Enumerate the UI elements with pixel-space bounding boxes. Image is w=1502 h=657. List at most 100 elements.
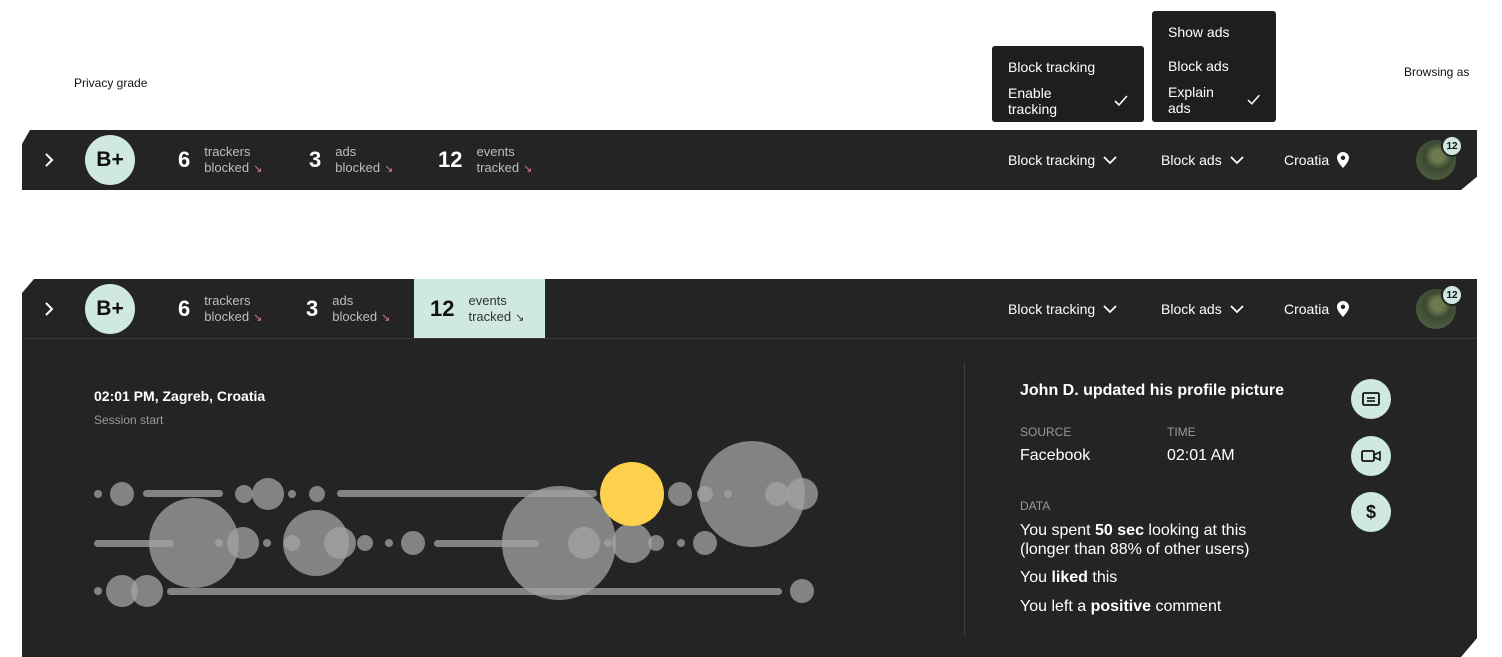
source-label: SOURCE — [1020, 425, 1072, 439]
event-bubble — [309, 486, 325, 502]
ads-dropdown: Show ads Block ads Explain ads — [1152, 11, 1276, 122]
trend-arrow-icon: ↘ — [253, 311, 263, 324]
stat-number: 3 — [306, 296, 319, 321]
stat-label: tracked — [468, 308, 512, 324]
event-dot — [677, 539, 685, 547]
chevron-down-icon — [1230, 305, 1244, 314]
events-stat-active[interactable]: 12 events tracked ↘ — [414, 279, 545, 339]
item-label: Block tracking — [1008, 59, 1096, 75]
data-line-liked: You liked this — [1020, 569, 1117, 587]
text: (longer than 88% of other users) — [1020, 541, 1250, 558]
event-bubble — [765, 482, 789, 506]
privacy-grade-annotation: Privacy grade — [74, 76, 148, 90]
text: this — [1087, 569, 1118, 586]
selected-event-bubble[interactable] — [600, 462, 664, 526]
item-label: Enable tracking — [1008, 85, 1058, 117]
event-dot — [288, 490, 296, 498]
event-bubble — [235, 485, 253, 503]
dropdown-item-explain-ads[interactable]: Explain ads — [1152, 83, 1276, 117]
ads-stat[interactable]: 3 ads blocked ↘ — [309, 130, 393, 190]
data-line-time-spent: You spent 50 sec looking at this (longer… — [1020, 521, 1249, 559]
event-bubble — [110, 482, 134, 506]
session-title: 02:01 PM, Zagreb, Croatia — [94, 388, 266, 404]
text-bold: liked — [1051, 569, 1088, 586]
dropdown-item-block-ads[interactable]: Block ads — [1152, 49, 1276, 83]
news-event-button[interactable] — [1351, 379, 1391, 419]
text: looking at this — [1143, 522, 1247, 539]
source-value: Facebook — [1020, 447, 1091, 464]
dropdown-item-enable-tracking[interactable]: Enable tracking — [992, 84, 1144, 118]
ads-menu[interactable]: Block ads — [1161, 301, 1244, 317]
ads-menu-label: Block ads — [1161, 301, 1222, 317]
tracking-menu[interactable]: Block tracking — [1008, 301, 1117, 317]
event-bar — [167, 588, 782, 595]
event-dot — [215, 539, 223, 547]
stat-label: blocked — [335, 159, 381, 175]
ads-menu[interactable]: Block ads — [1161, 152, 1244, 168]
trend-arrow-icon: ↘ — [515, 311, 525, 324]
news-icon — [1362, 392, 1380, 406]
event-bubble — [324, 527, 356, 559]
purchase-event-button[interactable]: $ — [1351, 492, 1391, 532]
trackers-stat[interactable]: 6 trackers blocked ↘ — [178, 279, 262, 339]
event-title: John D. updated his profile picture — [1020, 382, 1285, 399]
tracking-menu[interactable]: Block tracking — [1008, 152, 1117, 168]
event-bubble — [252, 478, 284, 510]
event-bubble — [357, 535, 373, 551]
expand-toggle[interactable] — [42, 302, 56, 316]
stat-label: blocked — [204, 159, 250, 175]
notification-badge[interactable]: 12 — [1441, 284, 1463, 306]
stat-number: 6 — [178, 296, 191, 321]
notification-badge[interactable]: 12 — [1441, 135, 1463, 157]
events-stat[interactable]: 12 events tracked ↘ — [438, 130, 532, 190]
dropdown-item-block-tracking[interactable]: Block tracking — [992, 50, 1144, 84]
event-bubble — [612, 523, 652, 563]
session-subtitle: Session start — [94, 413, 164, 427]
trend-arrow-icon: ↘ — [381, 311, 391, 324]
event-bubble — [568, 527, 600, 559]
chevron-right-icon — [44, 302, 54, 316]
stat-label: trackers — [204, 292, 251, 308]
stat-label: blocked — [332, 308, 378, 324]
trend-arrow-icon: ↘ — [384, 162, 394, 175]
event-bubble — [401, 531, 425, 555]
privacy-grade-badge[interactable]: B+ — [85, 135, 135, 185]
text: You spent — [1020, 522, 1096, 539]
privacy-grade-badge[interactable]: B+ — [85, 284, 135, 334]
stat-label: tracked — [476, 159, 520, 175]
location-selector[interactable]: Croatia — [1284, 152, 1349, 168]
trackers-stat[interactable]: 6 trackers blocked ↘ — [178, 130, 262, 190]
video-event-button[interactable] — [1351, 436, 1391, 476]
event-bar — [143, 490, 223, 497]
data-line-comment: You left a positive comment — [1020, 598, 1221, 616]
item-label: Show ads — [1168, 24, 1230, 40]
data-label: DATA — [1020, 499, 1051, 513]
stat-label: ads — [332, 292, 354, 308]
event-bubble — [790, 579, 814, 603]
event-bubble — [786, 478, 818, 510]
tracking-menu-label: Block tracking — [1008, 301, 1096, 317]
ads-menu-label: Block ads — [1161, 152, 1222, 168]
tracking-menu-label: Block tracking — [1008, 152, 1096, 168]
stat-number: 12 — [430, 296, 455, 321]
event-dot — [94, 490, 102, 498]
expand-toggle[interactable] — [42, 153, 56, 167]
chevron-right-icon — [44, 153, 54, 167]
event-bubble — [648, 535, 664, 551]
event-dot — [94, 587, 102, 595]
privacy-toolbar-collapsed: B+ 6 trackers blocked ↘ 3 ads blocked ↘ 12 e… — [22, 130, 1477, 190]
dropdown-item-show-ads[interactable]: Show ads — [1152, 15, 1276, 49]
item-label: Block ads — [1168, 58, 1229, 74]
event-timeline[interactable] — [82, 429, 832, 619]
browsing-as-annotation: Browsing as — [1404, 65, 1470, 79]
event-dot — [385, 539, 393, 547]
location-selector[interactable]: Croatia — [1284, 301, 1349, 317]
stat-number: 6 — [178, 147, 191, 172]
time-value: 02:01 AM — [1167, 447, 1235, 464]
check-icon — [1247, 94, 1260, 105]
time-label: TIME — [1167, 425, 1196, 439]
stat-number: 12 — [438, 147, 463, 172]
text-bold: positive — [1090, 598, 1152, 615]
dollar-icon: $ — [1365, 501, 1376, 522]
ads-stat[interactable]: 3 ads blocked ↘ — [306, 279, 390, 339]
